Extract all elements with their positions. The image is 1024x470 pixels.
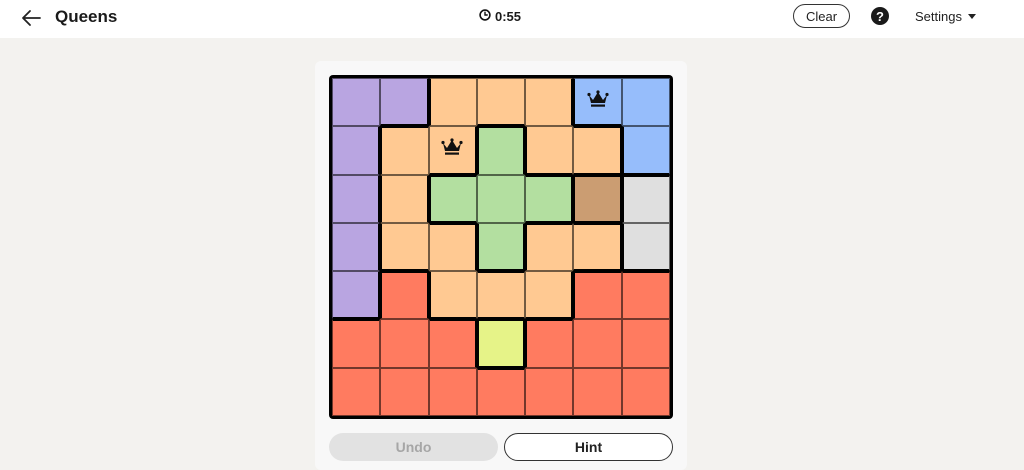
board-cell[interactable] — [428, 271, 477, 320]
board-cell[interactable] — [573, 222, 622, 272]
board-cell[interactable] — [380, 319, 429, 368]
board-cell[interactable] — [476, 271, 526, 320]
board-cell[interactable] — [380, 174, 429, 223]
board-cell[interactable] — [332, 367, 381, 416]
queen-icon — [441, 138, 463, 161]
board-cell[interactable] — [621, 271, 670, 320]
board-cell[interactable] — [380, 78, 429, 127]
board-cell[interactable] — [573, 367, 622, 416]
undo-button[interactable]: Undo — [329, 433, 498, 461]
board-cell[interactable] — [525, 271, 574, 320]
board-cell[interactable] — [428, 319, 477, 368]
back-arrow-icon[interactable] — [20, 6, 44, 30]
board-cell[interactable] — [573, 319, 622, 368]
board-grid — [332, 78, 670, 416]
board-cell[interactable] — [621, 126, 670, 175]
queen-icon — [587, 90, 609, 113]
board-cell[interactable] — [332, 319, 381, 368]
board-cell[interactable] — [621, 367, 670, 416]
hint-button[interactable]: Hint — [504, 433, 673, 461]
board-cell[interactable] — [476, 222, 526, 272]
board-cell[interactable] — [476, 78, 526, 127]
timer-value: 0:55 — [495, 9, 522, 24]
board-cell[interactable] — [428, 126, 477, 175]
board-cell[interactable] — [525, 126, 574, 175]
board-cell[interactable] — [428, 78, 477, 127]
top-bar: Queens 0:55 Clear ? Settings — [0, 0, 1024, 38]
board-cell[interactable] — [573, 174, 622, 223]
board-cell[interactable] — [621, 319, 670, 368]
board-cell[interactable] — [428, 174, 477, 223]
board-cell[interactable] — [573, 271, 622, 320]
board-cell[interactable] — [621, 222, 670, 272]
settings-label: Settings — [915, 9, 962, 24]
board-cell[interactable] — [525, 367, 574, 416]
board-cell[interactable] — [621, 78, 670, 127]
board-cell[interactable] — [332, 174, 381, 223]
board-cell[interactable] — [525, 78, 574, 127]
help-icon[interactable]: ? — [871, 7, 889, 25]
board-cell[interactable] — [573, 78, 622, 127]
board-cell[interactable] — [428, 222, 477, 272]
caret-down-icon — [967, 14, 976, 19]
clear-button[interactable]: Clear — [793, 4, 850, 28]
board-cell[interactable] — [476, 174, 526, 223]
board-cell[interactable] — [428, 367, 477, 416]
clock-icon — [479, 9, 491, 24]
board-cell[interactable] — [525, 174, 574, 223]
game-board — [329, 75, 673, 419]
timer: 0:55 — [479, 9, 521, 24]
settings-dropdown[interactable]: Settings — [915, 9, 976, 24]
board-cell[interactable] — [332, 126, 381, 175]
board-cell[interactable] — [573, 126, 622, 175]
board-cell[interactable] — [380, 367, 429, 416]
board-cell[interactable] — [476, 319, 526, 368]
board-cell[interactable] — [380, 222, 429, 272]
board-cell[interactable] — [380, 271, 429, 320]
board-cell[interactable] — [525, 222, 574, 272]
board-cell[interactable] — [380, 126, 429, 175]
board-cell[interactable] — [476, 367, 526, 416]
board-cell[interactable] — [476, 126, 526, 175]
board-cell[interactable] — [332, 78, 381, 127]
board-cell[interactable] — [525, 319, 574, 368]
board-cell[interactable] — [621, 174, 670, 223]
page-title: Queens — [55, 7, 118, 26]
board-cell[interactable] — [332, 222, 381, 272]
board-cell[interactable] — [332, 271, 381, 320]
